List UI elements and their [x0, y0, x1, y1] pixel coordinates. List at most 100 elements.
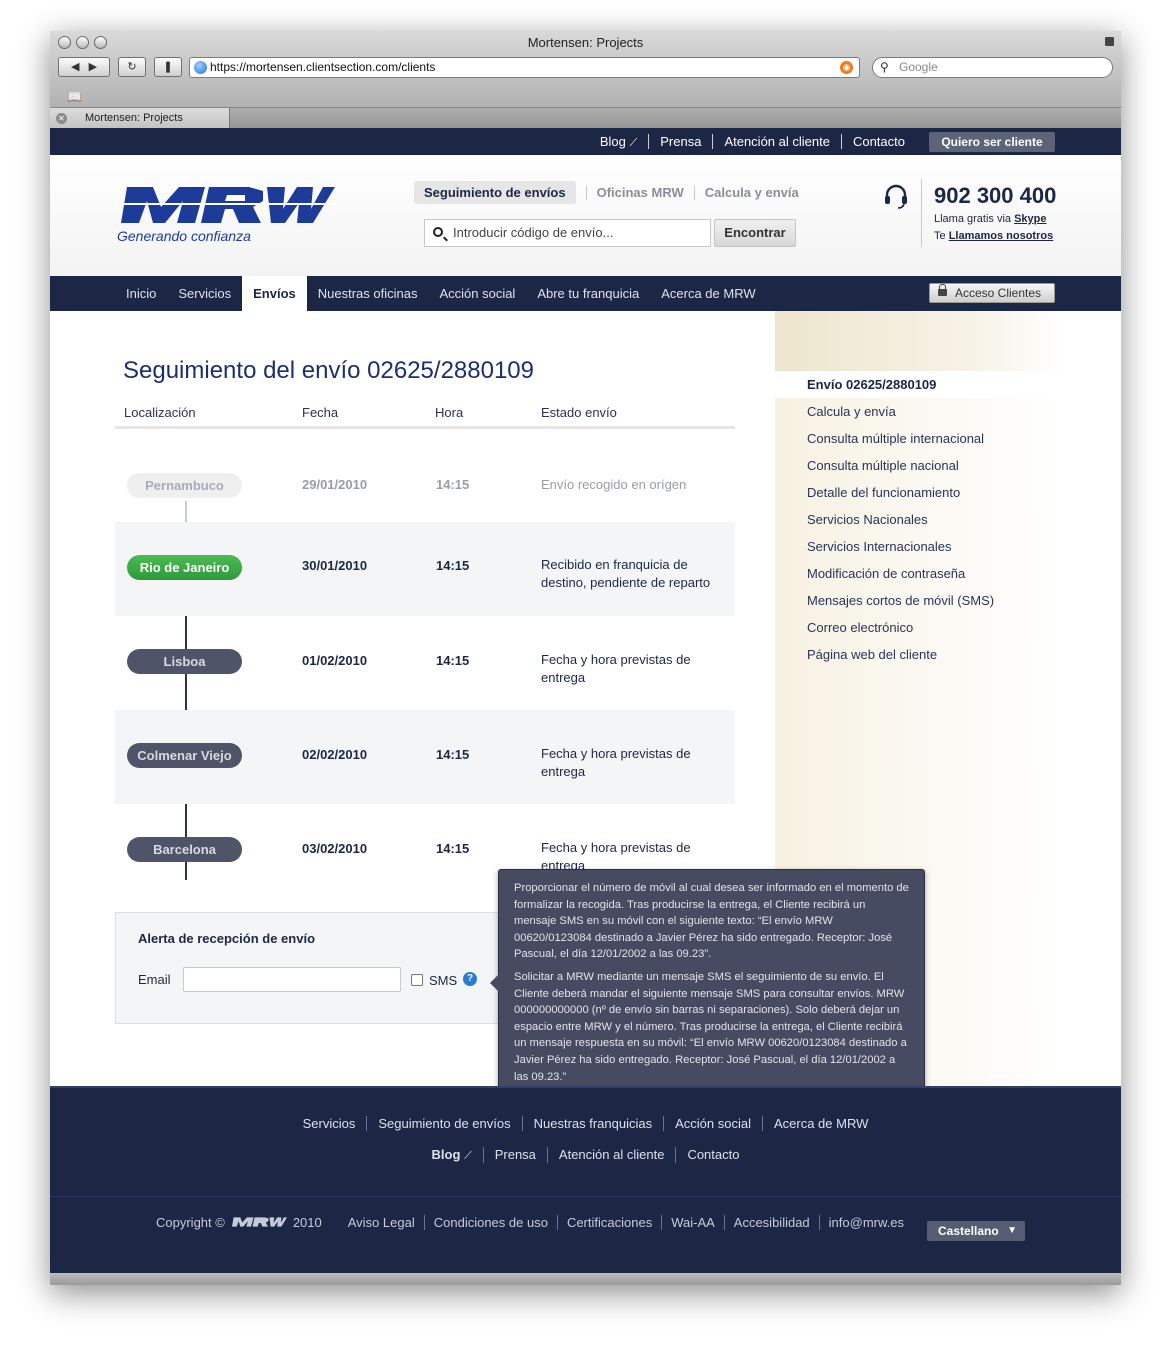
footer-links-primary: Servicios Seguimiento de envíos Nuestras… — [50, 1116, 1121, 1131]
sidebar-item-detalle[interactable]: Detalle del funcionamiento — [775, 479, 1065, 506]
sms-help-tooltip: Proporcionar el número de móvil al cual … — [490, 869, 925, 1103]
url-text: https://mortensen.clientsection.com/clie… — [210, 60, 436, 74]
row-time: 14:15 — [436, 747, 470, 762]
footer-link-acerca[interactable]: Acerca de MRW — [761, 1116, 879, 1131]
tooltip-paragraph-1: Proporcionar el número de móvil al cual … — [514, 882, 909, 961]
footer-link-contacto[interactable]: Contacto — [675, 1147, 750, 1163]
footer-link-accesibilidad[interactable]: Accesibilidad — [723, 1214, 819, 1230]
client-access-button[interactable]: Acceso Clientes — [929, 283, 1055, 303]
row-status: Fecha y hora previstas de entrega — [541, 652, 691, 685]
footer-link-certificaciones[interactable]: Certificaciones — [556, 1214, 661, 1230]
footer-link-aviso-legal[interactable]: Aviso Legal — [339, 1215, 424, 1230]
header-tab-oficinas[interactable]: Oficinas MRW — [597, 185, 684, 200]
back-icon[interactable]: ◀ — [71, 61, 79, 73]
forward-icon[interactable]: ▶ — [89, 61, 97, 73]
column-header-estado: Estado envío — [541, 405, 617, 420]
row-date: 29/01/2010 — [302, 477, 368, 492]
browser-window: Mortensen: Projects ◀ ▶ ↻ ❚ https://mort… — [50, 31, 1121, 1285]
row-status: Recibido en franquicia de destino, pendi… — [541, 557, 711, 590]
nav-envios[interactable]: Envíos — [242, 276, 307, 311]
footer-link-wai-aa[interactable]: Wai-AA — [661, 1214, 724, 1230]
footer-link-atencion[interactable]: Atención al cliente — [546, 1147, 676, 1163]
sidebar-item-web[interactable]: Página web del cliente — [775, 641, 1065, 668]
become-client-button[interactable]: Quiero ser cliente — [929, 132, 1055, 152]
nav-inicio[interactable]: Inicio — [115, 276, 167, 311]
back-forward-buttons[interactable]: ◀ ▶ — [58, 57, 110, 77]
bookmarks-icon[interactable]: 📖 — [67, 90, 82, 104]
table-row: Lisboa 01/02/2010 14:15 Fecha y hora pre… — [115, 616, 735, 710]
tooltip-paragraph-2: Solicitar a MRW mediante un mensaje SMS … — [514, 970, 907, 1083]
skype-link[interactable]: Skype — [1014, 213, 1046, 225]
divider — [921, 179, 922, 247]
footer-link-condiciones[interactable]: Condiciones de uso — [423, 1214, 557, 1230]
sidebar-item-internacionales[interactable]: Servicios Internacionales — [775, 533, 1065, 560]
sidebar-item-nacionales[interactable]: Servicios Nacionales — [775, 506, 1065, 533]
row-date: 02/02/2010 — [302, 747, 368, 762]
home-button[interactable]: ❚ — [154, 57, 182, 77]
web-page: Blog ⟋ Prensa Atención al cliente Contac… — [50, 128, 1121, 1273]
alert-title: Alerta de recepción de envío — [138, 931, 316, 946]
utility-link-blog[interactable]: Blog ⟋ — [589, 134, 648, 150]
rss-icon: ⟋ — [629, 136, 638, 149]
row-date: 03/02/2010 — [302, 841, 368, 856]
footer-link-prensa[interactable]: Prensa — [482, 1147, 547, 1163]
footer-link-franquicias[interactable]: Nuestras franquicias — [521, 1116, 664, 1131]
help-icon[interactable]: ? — [463, 972, 477, 986]
window-title: Mortensen: Projects — [527, 35, 644, 50]
browser-search-field[interactable]: ⚲ Google — [872, 57, 1113, 78]
contact-phone-box: 902 300 400 Llama gratis via Skype Te Ll… — [883, 179, 1083, 249]
utility-link-prensa[interactable]: Prensa — [648, 134, 712, 149]
nav-nuestras-oficinas[interactable]: Nuestras oficinas — [307, 276, 429, 311]
headset-icon — [885, 184, 907, 209]
phone-number: 902 300 400 — [934, 183, 1057, 208]
nav-abre-franquicia[interactable]: Abre tu franquicia — [526, 276, 650, 311]
table-row: Colmenar Viejo 02/02/2010 14:15 Fecha y … — [115, 710, 735, 804]
row-time: 14:15 — [436, 558, 470, 573]
browser-chrome: Mortensen: Projects ◀ ▶ ↻ ❚ https://mort… — [50, 31, 1121, 129]
footer-mrw-logo — [231, 1217, 287, 1227]
sidebar-item-correo[interactable]: Correo electrónico — [775, 614, 1065, 641]
location-pill: Barcelona — [127, 837, 242, 862]
header-tab-calcula[interactable]: Calcula y envía — [705, 185, 799, 200]
row-status: Envío recogido en orígen — [541, 477, 687, 492]
skype-line: Llama gratis via Skype — [934, 213, 1047, 225]
utility-link-contacto[interactable]: Contacto — [840, 134, 916, 149]
close-tab-icon[interactable]: ✕ — [56, 113, 67, 124]
sidebar-item-contrasena[interactable]: Modificación de contraseña — [775, 560, 1065, 587]
divider — [585, 185, 587, 200]
browser-search-placeholder: Google — [899, 60, 938, 74]
sms-label: SMS — [429, 973, 458, 988]
email-field[interactable] — [183, 967, 401, 992]
address-bar[interactable]: https://mortensen.clientsection.com/clie… — [189, 57, 860, 78]
reload-button[interactable]: ↻ — [118, 57, 146, 77]
sms-checkbox[interactable] — [411, 974, 423, 986]
info-icon: ❚ — [163, 61, 173, 73]
callback-link[interactable]: Llamamos nosotros — [949, 230, 1054, 242]
nav-servicios[interactable]: Servicios — [167, 276, 242, 311]
footer-link-seguimiento[interactable]: Seguimiento de envíos — [366, 1116, 521, 1131]
language-select[interactable]: Castellano ▼ — [927, 1221, 1025, 1241]
location-pill: Colmenar Viejo — [127, 743, 242, 768]
lock-icon — [1105, 37, 1114, 46]
sidebar-item-multiple-nacional[interactable]: Consulta múltiple nacional — [775, 452, 1065, 479]
sidebar-item-multiple-internacional[interactable]: Consulta múltiple internacional — [775, 425, 1065, 452]
table-row: Rio de Janeiro 30/01/2010 14:15 Recibido… — [115, 522, 735, 616]
column-header-fecha: Fecha — [302, 405, 339, 420]
footer-link-servicios[interactable]: Servicios — [292, 1116, 367, 1131]
sidebar-item-envio[interactable]: Envío 02625/2880109 — [775, 371, 1065, 398]
sidebar-item-sms[interactable]: Mensajes cortos de móvil (SMS) — [775, 587, 1065, 614]
tracking-search-input[interactable]: Introducir código de envío... — [424, 219, 711, 247]
site-footer: Servicios Seguimiento de envíos Nuestras… — [50, 1086, 1121, 1273]
rss-feed-icon[interactable]: ◉ — [840, 61, 853, 74]
footer-link-email[interactable]: info@mrw.es — [818, 1214, 913, 1230]
footer-link-blog[interactable]: Blog ⟋ — [421, 1147, 483, 1163]
footer-link-accion-social[interactable]: Acción social — [663, 1116, 762, 1131]
find-button[interactable]: Encontrar — [714, 219, 796, 247]
tab-mortensen[interactable]: ✕ Mortensen: Projects — [50, 108, 230, 129]
utility-link-atencion[interactable]: Atención al cliente — [712, 134, 841, 149]
sidebar-item-calcula[interactable]: Calcula y envía — [775, 398, 1065, 425]
nav-accion-social[interactable]: Acción social — [428, 276, 526, 311]
mrw-logo[interactable] — [117, 185, 335, 225]
header-tab-seguimiento[interactable]: Seguimiento de envíos — [414, 181, 576, 204]
nav-acerca[interactable]: Acerca de MRW — [650, 276, 766, 311]
